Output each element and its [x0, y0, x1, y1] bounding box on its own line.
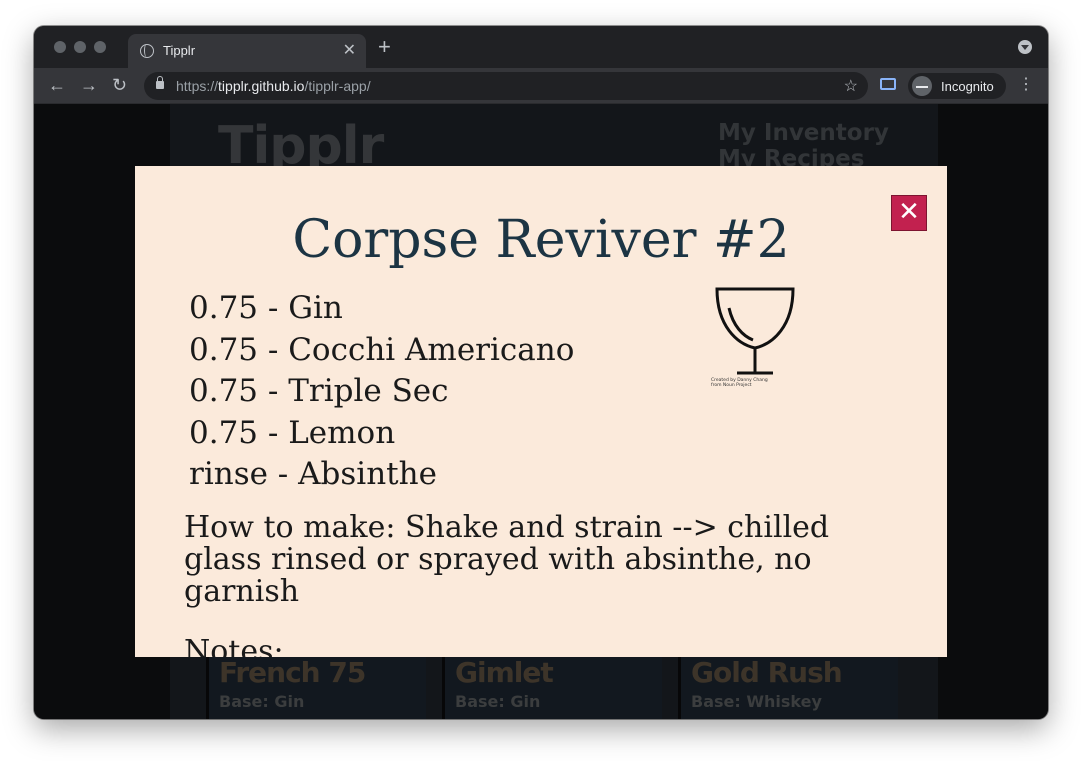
tab-strip: Tipplr ✕ +	[34, 26, 1048, 68]
globe-icon	[140, 44, 154, 58]
tab-title: Tipplr	[163, 43, 196, 58]
browser-toolbar: ← → ↻ https://tipplr.github.io/tipplr-ap…	[34, 68, 1048, 104]
notes-label: Notes:	[184, 634, 284, 657]
cast-icon[interactable]	[880, 78, 896, 90]
ingredient-item: 0.75 - Lemon	[189, 414, 396, 451]
browser-window: Tipplr ✕ + ← → ↻ https://tipplr.github.i…	[34, 26, 1048, 719]
new-tab-button[interactable]: +	[378, 36, 391, 58]
coupe-glass-icon: Created by Danny Chang from Noun Project	[711, 287, 795, 388]
tab-tipplr[interactable]: Tipplr ✕	[128, 34, 366, 68]
reload-icon[interactable]: ↻	[112, 74, 127, 96]
tab-close-icon[interactable]: ✕	[343, 40, 356, 60]
recipe-instructions: How to make: Shake and strain --> chille…	[184, 510, 830, 609]
incognito-icon	[912, 76, 932, 96]
ingredient-item: rinse - Absinthe	[189, 456, 437, 492]
address-bar[interactable]: https://tipplr.github.io/tipplr-app/ ☆	[144, 72, 868, 100]
window-zoom-dot[interactable]	[94, 41, 106, 53]
tab-search-icon[interactable]	[1018, 40, 1032, 54]
recipe-modal: ✕ Corpse Reviver #2 0.75 - Gin 0.75 - Co…	[135, 166, 947, 657]
back-icon[interactable]: ←	[48, 74, 66, 96]
forward-icon[interactable]: →	[80, 74, 98, 96]
bookmark-star-icon[interactable]: ☆	[844, 76, 858, 96]
ingredient-list: 0.75 - Gin 0.75 - Cocchi Americano 0.75 …	[189, 288, 574, 496]
ingredient-item: 0.75 - Gin	[189, 290, 343, 326]
browser-menu-icon[interactable]: ⋮	[1018, 75, 1034, 95]
recipe-title: Corpse Reviver #2	[292, 210, 790, 270]
page-viewport: Tipplr My Inventory My Recipes French 75…	[34, 104, 1048, 719]
url-text[interactable]: https://tipplr.github.io/tipplr-app/	[176, 78, 371, 94]
incognito-indicator[interactable]: Incognito	[908, 73, 1006, 99]
window-close-dot[interactable]	[54, 41, 66, 53]
ingredient-item: 0.75 - Cocchi Americano	[189, 331, 575, 368]
glass-credit-2: from Noun Project	[711, 382, 752, 388]
lock-icon[interactable]	[156, 76, 164, 89]
ingredient-item: 0.75 - Triple Sec	[189, 373, 449, 409]
window-minimize-dot[interactable]	[74, 41, 86, 53]
incognito-label: Incognito	[941, 79, 994, 94]
